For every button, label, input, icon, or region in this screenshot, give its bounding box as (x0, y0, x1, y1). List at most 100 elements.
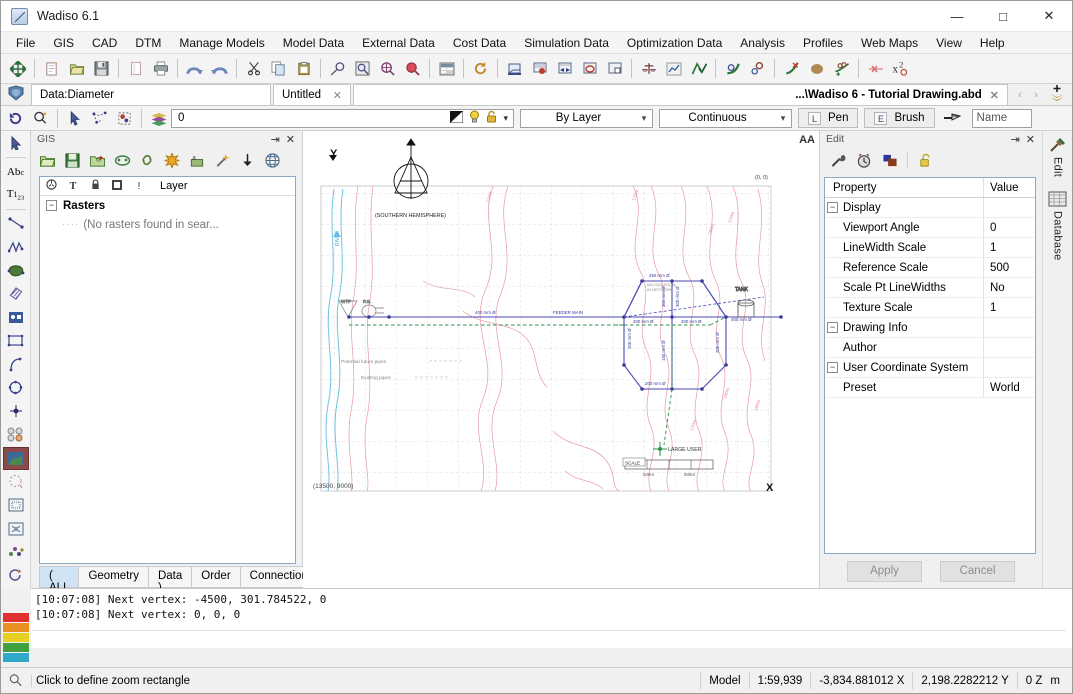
property-row-texture-scale[interactable]: Texture Scale 1 (825, 298, 1035, 318)
close-icon[interactable]: ✕ (990, 89, 999, 102)
tab-data-diameter[interactable]: Data:Diameter (31, 84, 271, 105)
line-icon[interactable] (3, 212, 29, 234)
color-swatch-red[interactable] (3, 613, 29, 622)
pick-cursor-icon[interactable] (62, 106, 87, 131)
menu-file[interactable]: File (7, 33, 44, 53)
property-value[interactable]: 1 (983, 238, 1035, 257)
lock-icon[interactable] (486, 110, 497, 126)
transform-icon[interactable] (3, 518, 29, 540)
model-zone-icon[interactable] (602, 56, 627, 81)
table-view-icon[interactable] (434, 56, 459, 81)
linewidth-icon[interactable] (941, 106, 966, 131)
chevron-down-icon[interactable]: ▾ (775, 113, 791, 124)
redo-icon[interactable] (207, 56, 232, 81)
rail-label-edit[interactable]: Edit (1052, 157, 1064, 177)
wand-icon[interactable] (210, 149, 234, 171)
zoom-previous-icon[interactable] (400, 56, 425, 81)
menu-web-maps[interactable]: Web Maps (852, 33, 927, 53)
wrench-icon[interactable] (826, 149, 850, 171)
add-nodes-icon[interactable] (829, 56, 854, 81)
color-swatch-icon[interactable] (449, 110, 464, 126)
layer-selector[interactable]: 0 ▾ (171, 108, 514, 128)
pen-button[interactable]: L Pen (798, 108, 859, 128)
collapse-expander[interactable]: − (46, 200, 57, 211)
tab-next-button[interactable]: › (1028, 89, 1044, 101)
circle-icon[interactable] (3, 377, 29, 399)
new-file-icon[interactable] (39, 56, 64, 81)
color-swatch-green[interactable] (3, 643, 29, 652)
layers-stack-icon[interactable] (146, 106, 171, 131)
print-icon[interactable] (148, 56, 173, 81)
menu-help[interactable]: Help (971, 33, 1014, 53)
color-swatch-orange[interactable] (3, 623, 29, 632)
refresh-icon[interactable] (468, 56, 493, 81)
collapse-expander[interactable]: − (827, 322, 838, 333)
close-icon[interactable]: ✕ (1023, 133, 1038, 146)
balance-icon[interactable] (636, 56, 661, 81)
menu-cost-data[interactable]: Cost Data (444, 33, 515, 53)
tree-row[interactable]: ···· (No rasters found in sear... (40, 215, 295, 234)
undo-icon[interactable] (182, 56, 207, 81)
close-icon[interactable]: ✕ (333, 89, 342, 102)
color-blocks-icon[interactable] (878, 149, 902, 171)
open-gis-icon[interactable] (35, 149, 59, 171)
linetype-combo[interactable]: Continuous ▾ (659, 108, 792, 128)
polygon-select-icon[interactable] (87, 106, 112, 131)
status-scale[interactable]: 1:59,939 (748, 672, 811, 689)
menu-model-data[interactable]: Model Data (274, 33, 353, 53)
menu-manage-models[interactable]: Manage Models (170, 33, 273, 53)
brush-button[interactable]: E Brush (864, 108, 935, 128)
tab-untitled[interactable]: Untitled ✕ (273, 84, 351, 105)
page-setup-icon[interactable] (123, 56, 148, 81)
object-snap-icon[interactable] (28, 106, 53, 131)
scale-frame-icon[interactable] (3, 494, 29, 516)
rotate-icon[interactable] (3, 564, 29, 586)
delete-node-icon[interactable] (863, 56, 888, 81)
property-value[interactable]: 500 (983, 258, 1035, 277)
zoom-extents-icon[interactable] (375, 56, 400, 81)
tab-order[interactable]: Order (191, 566, 240, 588)
cancel-button[interactable]: Cancel (940, 560, 1015, 582)
menu-profiles[interactable]: Profiles (794, 33, 852, 53)
tools-hammer-icon[interactable] (1045, 133, 1071, 157)
menu-analysis[interactable]: Analysis (731, 33, 794, 53)
style-icon[interactable] (160, 149, 184, 171)
lightbulb-icon[interactable] (469, 110, 480, 126)
model-node-icon[interactable] (527, 56, 552, 81)
name-field[interactable]: Name (971, 108, 1032, 128)
menu-gis[interactable]: GIS (44, 33, 83, 53)
menu-view[interactable]: View (927, 33, 971, 53)
unlock-icon[interactable] (913, 149, 937, 171)
chevron-down-icon[interactable]: ▾ (636, 113, 652, 124)
color-palette-rail[interactable] (2, 612, 31, 666)
property-value[interactable]: World (983, 378, 1035, 397)
close-button[interactable]: ✕ (1026, 1, 1072, 32)
import-gis-icon[interactable]: G (85, 149, 109, 171)
save-disk-icon[interactable] (89, 56, 114, 81)
pin-icon[interactable]: ⇥ (268, 133, 283, 146)
raster-image-icon[interactable] (2, 446, 29, 470)
minimize-button[interactable]: — (934, 1, 980, 32)
color-swatch-cyan[interactable] (3, 653, 29, 662)
open-folder-icon[interactable] (64, 56, 89, 81)
paste-icon[interactable] (291, 56, 316, 81)
rectangle-icon[interactable] (3, 330, 29, 352)
property-value[interactable]: No (983, 278, 1035, 297)
arc-icon[interactable] (3, 353, 29, 375)
property-row-linewidth-scale[interactable]: LineWidth Scale 1 (825, 238, 1035, 258)
clock-icon[interactable] (852, 149, 876, 171)
abc-text-icon[interactable]: Abc (3, 160, 29, 182)
add-tab-icon[interactable] (1044, 84, 1070, 105)
scatter-points-icon[interactable] (3, 541, 29, 563)
close-icon[interactable]: ✕ (283, 133, 298, 146)
label-icon[interactable]: a (185, 149, 209, 171)
chevron-down-icon[interactable]: ▾ (503, 113, 508, 124)
rail-label-database[interactable]: Database (1052, 211, 1064, 261)
move-icon[interactable] (5, 56, 30, 81)
array-icon[interactable] (3, 423, 29, 445)
property-row-scale-pt-linewidths[interactable]: Scale Pt LineWidths No (825, 278, 1035, 298)
pin-icon[interactable]: ⇥ (1008, 133, 1023, 146)
status-space[interactable]: Model (700, 672, 748, 689)
save-gis-icon[interactable] (60, 149, 84, 171)
tab-tutorial-drawing[interactable]: ...\Wadiso 6 - Tutorial Drawing.abd ✕ (353, 84, 1008, 105)
